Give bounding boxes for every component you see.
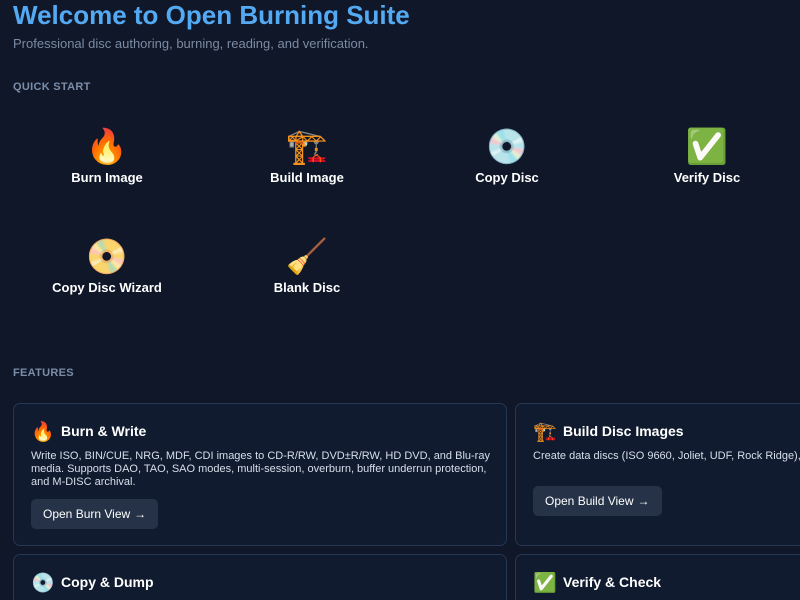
quick-build-image-label: Build Image bbox=[270, 170, 344, 185]
feature-card-title: Burn & Write bbox=[61, 423, 147, 439]
check-mark-icon: ✅ bbox=[533, 573, 557, 594]
quick-copy-disc-wizard-button[interactable]: 📀 Copy Disc Wizard bbox=[7, 238, 207, 328]
arrow-right-icon: → bbox=[134, 507, 147, 521]
quick-copy-disc-label: Copy Disc bbox=[475, 170, 539, 185]
feature-card-title: Build Disc Images bbox=[563, 423, 684, 439]
fire-icon: 🔥 bbox=[85, 128, 129, 166]
quick-verify-disc-button[interactable]: ✅ Verify Disc bbox=[607, 128, 800, 218]
disc-icon: 💿 bbox=[485, 128, 529, 166]
feature-card-copy-dump: 💿 Copy & Dump bbox=[13, 554, 507, 600]
page-title: Welcome to Open Burning Suite bbox=[13, 0, 410, 30]
quick-blank-disc-button[interactable]: 🧹 Blank Disc bbox=[207, 238, 407, 328]
quick-start-heading: QUICK START bbox=[13, 81, 91, 93]
feature-card-title: Copy & Dump bbox=[61, 574, 154, 590]
dvd-icon: 📀 bbox=[85, 238, 129, 276]
quick-copy-disc-button[interactable]: 💿 Copy Disc bbox=[407, 128, 607, 218]
quick-build-image-button[interactable]: 🏗️ Build Image bbox=[207, 128, 407, 218]
home-page: Welcome to Open Burning Suite Profession… bbox=[0, 0, 800, 600]
broom-icon: 🧹 bbox=[285, 238, 329, 276]
quick-copy-disc-wizard-label: Copy Disc Wizard bbox=[52, 280, 162, 295]
feature-card-description: Create data discs (ISO 9660, Joliet, UDF… bbox=[533, 450, 800, 462]
quick-burn-image-button[interactable]: 🔥 Burn Image bbox=[7, 128, 207, 218]
feature-card-build-disc-images: 🏗️ Build Disc Images Create data discs (… bbox=[515, 403, 800, 546]
feature-card-description: Write ISO, BIN/CUE, NRG, MDF, CDI images… bbox=[31, 450, 490, 488]
check-mark-icon: ✅ bbox=[685, 128, 729, 166]
feature-card-burn-write: 🔥 Burn & Write Write ISO, BIN/CUE, NRG, … bbox=[13, 403, 507, 546]
construction-crane-icon: 🏗️ bbox=[533, 422, 557, 443]
open-burn-view-label: Open Burn View bbox=[43, 507, 131, 521]
page-subtitle: Professional disc authoring, burning, re… bbox=[13, 36, 369, 51]
open-build-view-label: Open Build View bbox=[545, 494, 634, 508]
arrow-right-icon: → bbox=[637, 494, 650, 508]
quick-burn-image-label: Burn Image bbox=[71, 170, 143, 185]
feature-card-verify-check: ✅ Verify & Check bbox=[515, 554, 800, 600]
construction-crane-icon: 🏗️ bbox=[285, 128, 329, 166]
feature-card-title: Verify & Check bbox=[563, 574, 662, 590]
disc-icon: 💿 bbox=[31, 573, 55, 594]
open-burn-view-button[interactable]: Open Burn View → bbox=[31, 499, 159, 529]
quick-blank-disc-label: Blank Disc bbox=[273, 280, 341, 295]
open-build-view-button[interactable]: Open Build View → bbox=[533, 486, 662, 516]
fire-icon: 🔥 bbox=[31, 422, 55, 443]
features-heading: FEATURES bbox=[13, 367, 74, 379]
quick-verify-disc-label: Verify Disc bbox=[673, 170, 741, 185]
